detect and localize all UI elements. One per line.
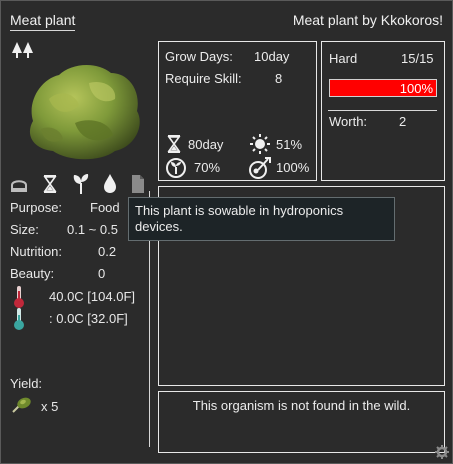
plant-credit: Meat plant by Kkokoros!: [292, 12, 443, 28]
purpose-label: Purpose:: [10, 200, 63, 215]
document-icon[interactable]: [131, 174, 145, 194]
yield-value: x 5: [41, 399, 59, 414]
status-divider: [328, 110, 437, 111]
purpose-value: Food: [90, 200, 120, 215]
meat-leaf-icon: [10, 396, 32, 414]
yield-multiplier-value: 100%: [276, 160, 310, 175]
fertility-icon: [165, 157, 187, 179]
grow-days-label: Grow Days:: [165, 49, 233, 64]
hp-bar: 100%: [329, 79, 437, 97]
plant-info-window: Meat plant Meat plant by Kkokoros! Purpo…: [0, 0, 453, 464]
grow-time-value: 80day: [188, 137, 224, 152]
hood-icon[interactable]: [9, 177, 29, 193]
beauty-label: Beauty:: [10, 266, 55, 281]
nutrition-label: Nutrition:: [10, 244, 63, 259]
thermometer-cold-icon: [13, 307, 25, 331]
worth-label: Worth:: [329, 114, 368, 129]
hourglass-icon[interactable]: [42, 174, 58, 194]
beauty-value: 0: [98, 266, 106, 281]
hard-label: Hard: [329, 51, 358, 66]
thermometer-hot-icon: [13, 285, 25, 309]
yield-label: Yield:: [10, 376, 43, 391]
worth-value: 2: [399, 114, 407, 129]
size-label: Size:: [10, 222, 39, 237]
wild-note-text: This organism is not found in the wild.: [192, 398, 411, 413]
sprout-icon[interactable]: [71, 173, 91, 195]
grow-time-icon: [166, 134, 182, 154]
min-temperature: : 0.0C [32.0F]: [49, 311, 128, 326]
hard-value: 15/15: [401, 51, 434, 66]
hydroponics-tooltip: This plant is sowable in hydroponics dev…: [128, 197, 395, 241]
size-value: 0.1 ~ 0.5: [67, 222, 118, 237]
tree-icon: [11, 41, 35, 59]
max-temperature: 40.0C [104.0F]: [49, 289, 135, 304]
light-value: 51%: [276, 137, 303, 152]
yield-multiplier-icon: [248, 156, 272, 180]
plant-image: [19, 59, 147, 163]
resize-grip-icon[interactable]: [434, 444, 450, 460]
grow-days-value: 10day: [254, 49, 290, 64]
fertility-value: 70%: [194, 160, 221, 175]
water-drop-icon[interactable]: [102, 173, 118, 194]
hp-percent: 100%: [399, 81, 433, 96]
plant-title: Meat plant: [10, 12, 76, 31]
nutrition-value: 0.2: [98, 244, 117, 259]
require-skill-label: Require Skill:: [165, 71, 242, 86]
require-skill-value: 8: [275, 71, 283, 86]
sun-icon: [249, 133, 271, 155]
